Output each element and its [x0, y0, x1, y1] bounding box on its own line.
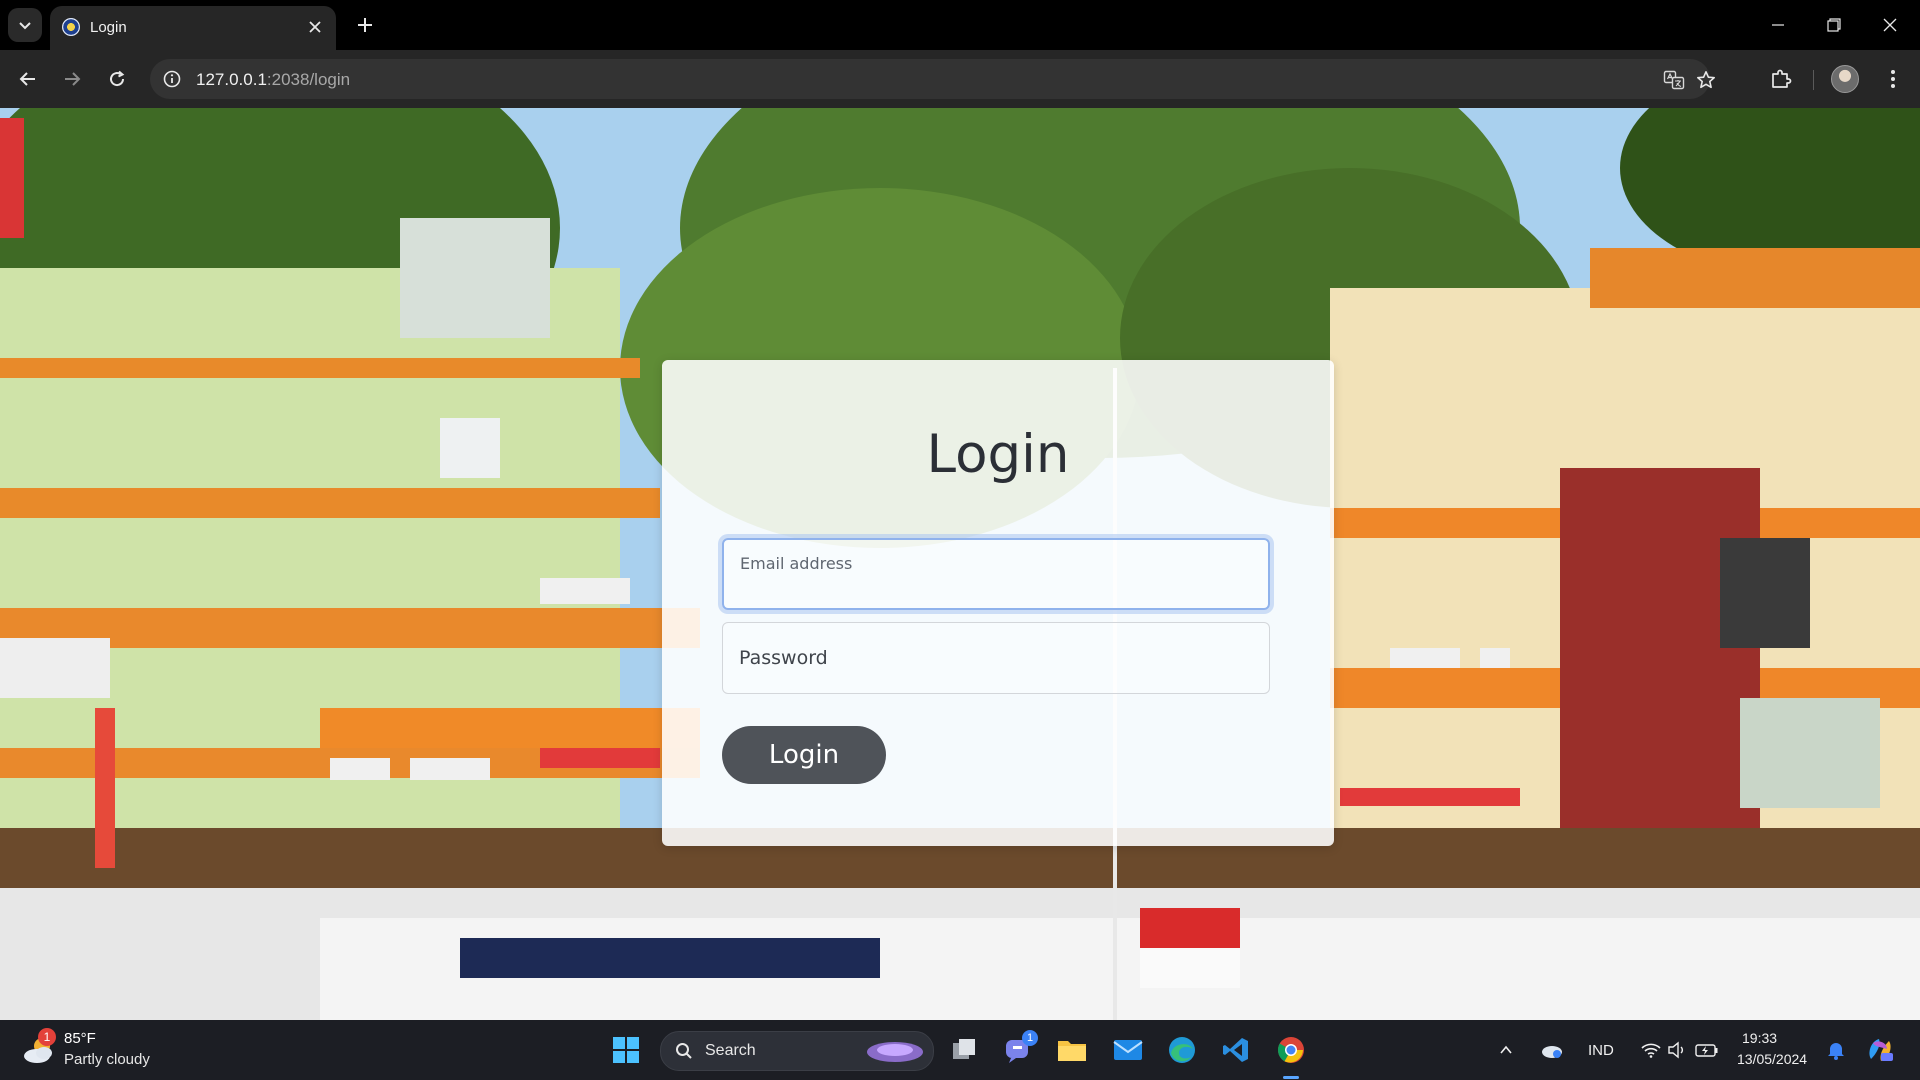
chrome-button[interactable]: [1271, 1030, 1311, 1070]
translate-button[interactable]: [1662, 68, 1686, 92]
mail-app-button[interactable]: [1108, 1030, 1148, 1070]
minimize-window-button[interactable]: [1758, 8, 1798, 42]
active-app-indicator: [1283, 1076, 1299, 1079]
close-window-button[interactable]: [1870, 8, 1910, 42]
school-logo-icon: [62, 18, 80, 36]
weather-description: Partly cloudy: [64, 1051, 150, 1068]
search-icon: [676, 1043, 692, 1059]
notifications-button[interactable]: [1824, 1030, 1848, 1070]
task-view-button[interactable]: [944, 1030, 984, 1070]
bell-icon: [1828, 1043, 1844, 1060]
profile-button[interactable]: [1829, 63, 1861, 95]
login-title: Login: [926, 424, 1070, 485]
language-indicator[interactable]: IND: [1588, 1042, 1614, 1059]
file-explorer-button[interactable]: [1052, 1030, 1092, 1070]
edge-browser-button[interactable]: [1162, 1030, 1202, 1070]
search-highlight-icon: [867, 1042, 923, 1062]
login-card: Login Email address Password Login: [662, 360, 1334, 846]
extensions-button[interactable]: [1765, 63, 1797, 95]
back-button[interactable]: [12, 63, 44, 95]
battery-button[interactable]: [1692, 1030, 1722, 1070]
cloud-sync-icon: [1542, 1046, 1562, 1058]
restore-window-button[interactable]: [1814, 8, 1854, 42]
mail-icon: [1113, 1040, 1143, 1060]
email-placeholder: Email address: [740, 554, 853, 573]
browser-tab-bar: Login: [0, 0, 1920, 50]
tab-title: Login: [90, 19, 127, 36]
forward-button[interactable]: [56, 63, 88, 95]
site-info-button[interactable]: [162, 69, 182, 89]
vscode-button[interactable]: [1216, 1030, 1256, 1070]
avatar: [1831, 65, 1859, 93]
taskbar-search[interactable]: Search: [660, 1031, 934, 1071]
browser-tab[interactable]: Login: [50, 6, 336, 50]
minimize-icon: [1772, 24, 1784, 26]
teams-badge: 1: [1022, 1030, 1038, 1046]
volume-button[interactable]: [1662, 1030, 1692, 1070]
wifi-icon: [1641, 1043, 1661, 1058]
battery-charging-icon: [1695, 1044, 1718, 1057]
info-icon: [163, 70, 181, 88]
copilot-icon: [1869, 1039, 1893, 1061]
close-icon: [1883, 18, 1897, 32]
email-field[interactable]: Email address: [722, 538, 1270, 610]
plus-icon: [358, 18, 372, 32]
start-button[interactable]: [606, 1030, 646, 1070]
browser-menu-button[interactable]: [1877, 63, 1909, 95]
clock-date[interactable]: 13/05/2024: [1737, 1051, 1807, 1067]
new-tab-button[interactable]: [352, 12, 378, 38]
reload-icon: [110, 70, 125, 87]
address-bar[interactable]: 127.0.0.1:2038/login: [150, 59, 1715, 99]
chrome-icon: [1277, 1037, 1304, 1063]
toolbar-separator: [1813, 70, 1814, 90]
password-placeholder: Password: [739, 647, 828, 669]
login-page: Login Email address Password Login: [0, 108, 1920, 1020]
password-field[interactable]: Password: [722, 622, 1270, 694]
weather-badge: 1: [38, 1028, 56, 1046]
login-button[interactable]: Login: [722, 726, 886, 784]
taskbar-search-label: Search: [705, 1042, 756, 1059]
vscode-icon: [1223, 1038, 1248, 1062]
speaker-icon: [1668, 1041, 1683, 1059]
show-hidden-icons-button[interactable]: [1492, 1030, 1520, 1070]
task-view-icon: [953, 1039, 975, 1059]
chevron-up-icon: [1500, 1045, 1512, 1054]
folder-icon: [1058, 1041, 1086, 1061]
chevron-down-icon: [19, 22, 31, 30]
kebab-menu-icon: [1891, 70, 1895, 88]
tab-search-button[interactable]: [8, 8, 42, 42]
clock-time[interactable]: 19:33: [1742, 1030, 1777, 1046]
url-path: :2038/login: [266, 70, 351, 89]
edge-icon: [1169, 1037, 1195, 1063]
browser-toolbar: 127.0.0.1:2038/login: [0, 50, 1920, 108]
close-tab-button[interactable]: [304, 16, 326, 38]
reload-button[interactable]: [101, 63, 133, 95]
windows-logo-icon: [613, 1037, 639, 1063]
arrow-right-icon: [65, 72, 81, 86]
url-text: 127.0.0.1:2038/login: [196, 70, 350, 90]
url-host: 127.0.0.1: [196, 70, 267, 89]
bookmark-button[interactable]: [1694, 68, 1718, 92]
puzzle-icon: [1772, 69, 1792, 88]
onedrive-button[interactable]: [1534, 1030, 1570, 1070]
arrow-left-icon: [19, 72, 35, 86]
windows-taskbar: 1 85°F Partly cloudy Search 1 IND 19:33 …: [0, 1020, 1920, 1080]
weather-temperature: 85°F: [64, 1030, 96, 1047]
restore-icon: [1827, 18, 1841, 32]
copilot-button[interactable]: [1862, 1030, 1898, 1070]
star-icon: [1697, 71, 1715, 89]
translate-icon: [1663, 70, 1685, 90]
close-icon: [309, 21, 321, 33]
